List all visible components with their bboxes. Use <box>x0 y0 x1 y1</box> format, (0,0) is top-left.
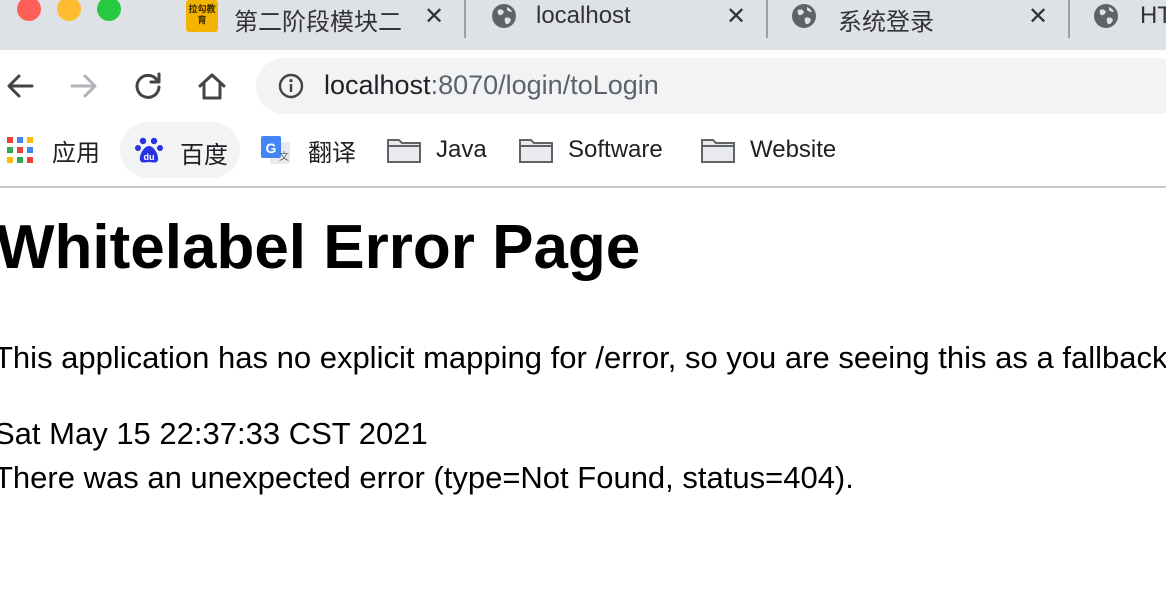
bookmark-label: Software <box>568 136 663 163</box>
google-translate-icon: G 文 <box>261 136 290 164</box>
svg-text:文: 文 <box>279 150 289 163</box>
bookmark-folder-software[interactable]: Software <box>519 122 663 178</box>
tab-ht[interactable]: HT <box>1070 0 1166 38</box>
bookmark-label: Java <box>436 136 487 163</box>
folder-icon <box>387 139 421 163</box>
bookmark-apps[interactable]: 应用 <box>6 122 100 178</box>
window-close-button[interactable] <box>17 0 41 21</box>
tab-close-icon[interactable]: ✕ <box>421 4 447 30</box>
tab-title: 第二阶段模块二 <box>234 9 402 36</box>
bookmark-label: 翻译 <box>308 139 356 167</box>
error-timestamp: Sat May 15 22:37:33 CST 2021 <box>0 416 428 451</box>
bookmark-label: 应用 <box>52 139 100 167</box>
reload-icon[interactable] <box>132 70 164 102</box>
tab-strip: 拉勾教育 第二阶段模块二 ✕ localhost ✕ 系统登录 ✕ HT <box>0 0 1166 50</box>
tab-lagou[interactable]: 拉勾教育 第二阶段模块二 ✕ <box>180 0 465 38</box>
home-icon[interactable] <box>196 70 228 102</box>
bookmarks-bar: 应用 du 百度 G 文 翻译 Java Software Website <box>0 122 1166 188</box>
tab-close-icon[interactable]: ✕ <box>1025 4 1051 30</box>
bookmark-label: Website <box>750 136 837 163</box>
svg-text:G: G <box>266 140 277 156</box>
error-message: This application has no explicit mapping… <box>0 340 1166 375</box>
globe-icon <box>792 4 816 28</box>
forward-arrow-icon[interactable] <box>68 70 100 102</box>
tab-title: localhost <box>536 2 631 29</box>
globe-icon <box>492 4 516 28</box>
url-host: localhost <box>324 70 431 100</box>
info-icon[interactable] <box>278 73 304 99</box>
tab-title: HT <box>1140 2 1166 29</box>
url-text[interactable]: localhost:8070/login/toLogin <box>324 70 659 101</box>
bookmark-baidu[interactable]: du 百度 <box>120 122 240 178</box>
page-title: Whitelabel Error Page <box>0 213 641 282</box>
svg-text:du: du <box>144 152 155 162</box>
tab-localhost[interactable]: localhost ✕ <box>466 0 766 38</box>
url-path: :8070/login/toLogin <box>430 70 659 100</box>
window-maximize-button[interactable] <box>97 0 121 21</box>
address-bar[interactable]: localhost:8070/login/toLogin <box>256 58 1166 114</box>
lagou-icon: 拉勾教育 <box>186 0 218 32</box>
tab-close-icon[interactable]: ✕ <box>723 4 749 30</box>
tab-login[interactable]: 系统登录 ✕ <box>768 0 1068 38</box>
bookmark-label: 百度 <box>180 142 228 169</box>
error-details: There was an unexpected error (type=Not … <box>0 460 854 495</box>
back-arrow-icon[interactable] <box>4 70 36 102</box>
apps-grid-icon <box>7 137 33 163</box>
baidu-icon: du <box>135 137 163 163</box>
window-minimize-button[interactable] <box>57 0 81 21</box>
folder-icon <box>519 139 553 163</box>
bookmark-folder-java[interactable]: Java <box>387 122 487 178</box>
bookmark-folder-website[interactable]: Website <box>701 122 836 178</box>
bookmark-translate[interactable]: G 文 翻译 <box>260 122 356 178</box>
tab-title: 系统登录 <box>838 9 934 36</box>
globe-icon <box>1094 4 1118 28</box>
folder-icon <box>701 139 735 163</box>
